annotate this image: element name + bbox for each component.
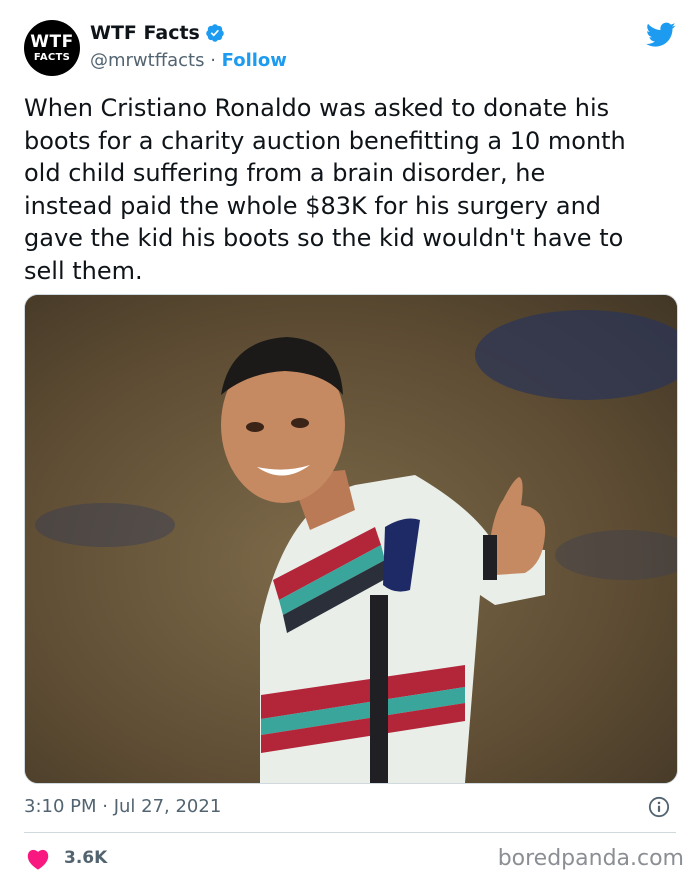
account-names: WTF Facts @mrwtffacts · Follow — [90, 22, 287, 71]
timestamp[interactable]: 3:10 PM · Jul 27, 2021 — [24, 796, 221, 817]
watermark: boredpanda.com — [497, 846, 684, 871]
tweet-footer: 3.6K boredpanda.com — [24, 842, 684, 878]
avatar-text-line2: FACTS — [33, 51, 71, 63]
tweet-photo[interactable] — [24, 294, 678, 784]
like-count[interactable]: 3.6K — [64, 848, 107, 868]
avatar[interactable]: WTF FACTS — [24, 20, 80, 76]
verified-badge-icon — [206, 24, 224, 42]
handle-row: @mrwtffacts · Follow — [90, 50, 287, 71]
tweet-header: WTF FACTS WTF Facts @mrwtffacts · Follow — [24, 20, 676, 78]
twitter-bird-icon[interactable] — [646, 22, 676, 48]
heart-icon[interactable] — [26, 848, 50, 870]
tweet-text: When Cristiano Ronaldo was asked to dona… — [24, 94, 626, 285]
handle[interactable]: @mrwtffacts — [90, 50, 204, 71]
timestamp-row: 3:10 PM · Jul 27, 2021 — [24, 794, 676, 822]
ronaldo-thumbs-up-photo — [25, 295, 677, 783]
separator: · — [204, 50, 222, 71]
display-name-row[interactable]: WTF Facts — [90, 22, 225, 44]
follow-button[interactable]: Follow — [222, 50, 287, 71]
display-name[interactable]: WTF Facts — [90, 22, 200, 44]
info-icon[interactable] — [648, 796, 670, 818]
avatar-text-line1: WTF — [30, 31, 74, 52]
divider — [24, 832, 676, 833]
